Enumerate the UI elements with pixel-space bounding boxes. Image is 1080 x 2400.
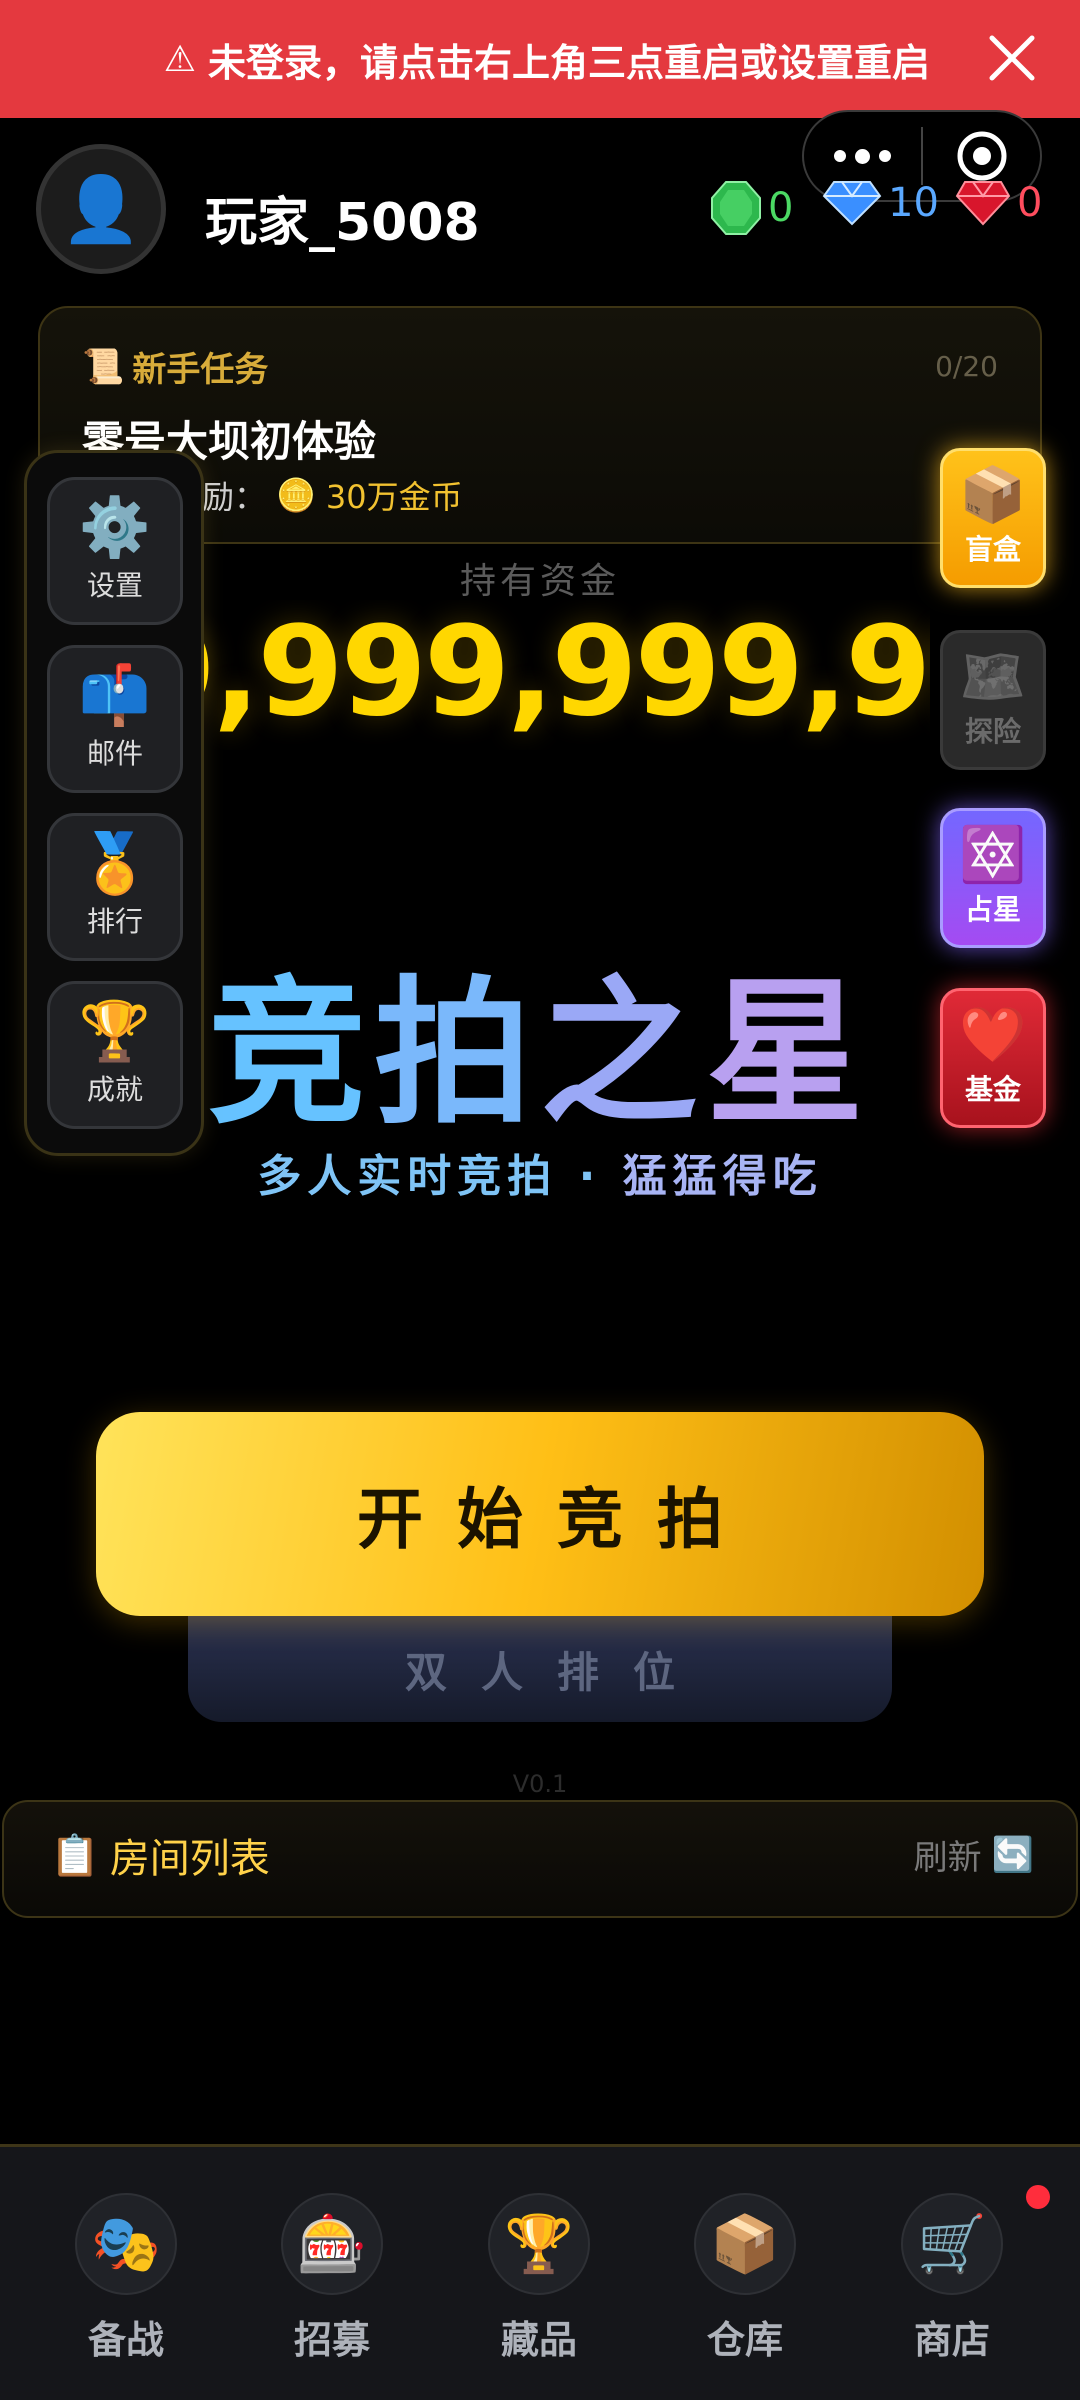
room-list-title: 📋 房间列表 xyxy=(50,1826,270,1884)
package-icon: 📦 xyxy=(694,2193,796,2295)
clipboard-icon: 📋 xyxy=(50,1832,100,1879)
close-icon[interactable] xyxy=(984,30,1040,86)
mail-button[interactable]: 📫 邮件 xyxy=(47,645,183,793)
fund-button[interactable]: ❤️ 基金 xyxy=(940,988,1046,1128)
explore-label: 探险 xyxy=(964,715,1021,748)
heart-icon: ❤️ xyxy=(959,1003,1027,1066)
nav-collection[interactable]: 🏆 藏品 xyxy=(449,2193,629,2364)
blind-box-label: 盲盒 xyxy=(964,533,1021,566)
explore-button[interactable]: 🗺️ 探险 xyxy=(940,630,1046,770)
room-list-title-text: 房间列表 xyxy=(109,1836,270,1882)
map-icon: 🗺️ xyxy=(959,645,1027,708)
start-auction-button[interactable]: 开始竞拍 xyxy=(96,1412,984,1616)
star-of-david-icon: 🔯 xyxy=(959,823,1027,886)
shopping-cart-icon: 🛒 xyxy=(901,2193,1003,2295)
astrology-button[interactable]: 🔯 占星 xyxy=(940,808,1046,948)
login-warning-text-row: ⚠ 未登录，请点击右上角三点重启或设置重启 xyxy=(164,32,930,87)
mail-label: 邮件 xyxy=(86,737,143,770)
shop-notification-badge xyxy=(1026,2185,1050,2209)
achievements-button[interactable]: 🏆 成就 xyxy=(47,981,183,1129)
mission-tag: 📜 新手任务 xyxy=(82,342,268,391)
version-label: V0.1 xyxy=(512,1770,568,1798)
mission-reward: 奖励： 🪙 30万金币 xyxy=(170,472,463,518)
mission-tag-label: 新手任务 xyxy=(132,350,269,390)
nav-prepare[interactable]: 🎭 备战 xyxy=(36,2193,216,2364)
blue-gem-icon xyxy=(822,181,882,226)
user-silhouette-icon: 👤 xyxy=(61,172,141,247)
blind-box-button[interactable]: 📦 盲盒 xyxy=(940,448,1046,588)
nav-warehouse-label: 仓库 xyxy=(706,2318,783,2362)
fund-label: 基金 xyxy=(964,1073,1021,1106)
game-title-char: 星 xyxy=(706,962,872,1146)
slot-machine-icon: 🎰 xyxy=(281,2193,383,2295)
refresh-button[interactable]: 刷新 🔄 xyxy=(914,1830,1034,1879)
blue-gem-value: 10 xyxy=(888,180,939,226)
duo-rank-button[interactable]: 双人排位 xyxy=(188,1616,892,1722)
mailbox-icon: 📫 xyxy=(78,661,152,729)
green-gem-icon xyxy=(711,181,761,235)
ranking-button[interactable]: 🏅 排行 xyxy=(47,813,183,961)
scroll-icon: 📜 xyxy=(82,346,125,387)
settings-button[interactable]: ⚙️ 设置 xyxy=(47,477,183,625)
funds-value: 9,999,999,999 xyxy=(130,600,930,744)
green-gem-counter[interactable]: 0 xyxy=(710,180,793,236)
settings-label: 设置 xyxy=(86,569,143,602)
nav-prepare-label: 备战 xyxy=(87,2318,164,2362)
blue-gem-counter[interactable]: 10 xyxy=(822,180,939,226)
subtitle-left: 多人实时竞拍 xyxy=(257,1151,558,1202)
warning-triangle-icon: ⚠ xyxy=(163,38,196,80)
nav-warehouse[interactable]: 📦 仓库 xyxy=(655,2193,835,2364)
astrology-label: 占星 xyxy=(964,893,1021,926)
gear-icon: ⚙️ xyxy=(78,493,152,561)
trophy-icon: 🏆 xyxy=(488,2193,590,2295)
avatar[interactable]: 👤 xyxy=(36,144,166,274)
medal-icon: 🏅 xyxy=(78,829,152,897)
green-gem-value: 0 xyxy=(768,185,794,231)
login-warning-banner[interactable]: ⚠ 未登录，请点击右上角三点重启或设置重启 xyxy=(0,0,1080,118)
refresh-arrows-icon: 🔄 xyxy=(991,1834,1034,1875)
performing-arts-icon: 🎭 xyxy=(75,2193,177,2295)
refresh-label: 刷新 xyxy=(913,1838,982,1878)
coin-icon: 🪙 xyxy=(276,476,316,514)
trophy-icon: 🏆 xyxy=(78,997,152,1065)
nav-collection-label: 藏品 xyxy=(500,2318,577,2362)
achievements-label: 成就 xyxy=(86,1073,143,1106)
game-title-char: 竞 xyxy=(208,962,374,1146)
bottom-nav: 🎭 备战 🎰 招募 🏆 藏品 📦 仓库 🛒 商店 xyxy=(0,2144,1080,2400)
mission-progress: 0/20 xyxy=(935,350,998,383)
red-gem-icon xyxy=(955,181,1011,226)
game-title-char: 拍 xyxy=(374,962,540,1146)
login-warning-text: 未登录，请点击右上角三点重启或设置重启 xyxy=(207,40,930,85)
game-title-char: 之 xyxy=(540,962,706,1146)
nav-shop-label: 商店 xyxy=(913,2318,990,2362)
nav-recruit[interactable]: 🎰 招募 xyxy=(242,2193,422,2364)
nav-shop[interactable]: 🛒 商店 xyxy=(862,2193,1042,2364)
room-list-panel: 📋 房间列表 刷新 🔄 xyxy=(2,1800,1078,1918)
player-name: 玩家_5008 xyxy=(205,193,480,253)
nav-recruit-label: 招募 xyxy=(293,2318,370,2362)
ranking-label: 排行 xyxy=(86,905,143,938)
red-gem-counter[interactable]: 0 xyxy=(955,180,1042,226)
red-gem-value: 0 xyxy=(1017,180,1043,226)
subtitle-separator: · xyxy=(578,1151,602,1202)
box-icon: 📦 xyxy=(959,463,1027,526)
subtitle-right: 猛猛得吃 xyxy=(622,1151,823,1202)
left-side-menu: ⚙️ 设置 📫 邮件 🏅 排行 🏆 成就 xyxy=(24,450,204,1156)
mission-reward-amount: 30万金币 xyxy=(325,478,463,516)
